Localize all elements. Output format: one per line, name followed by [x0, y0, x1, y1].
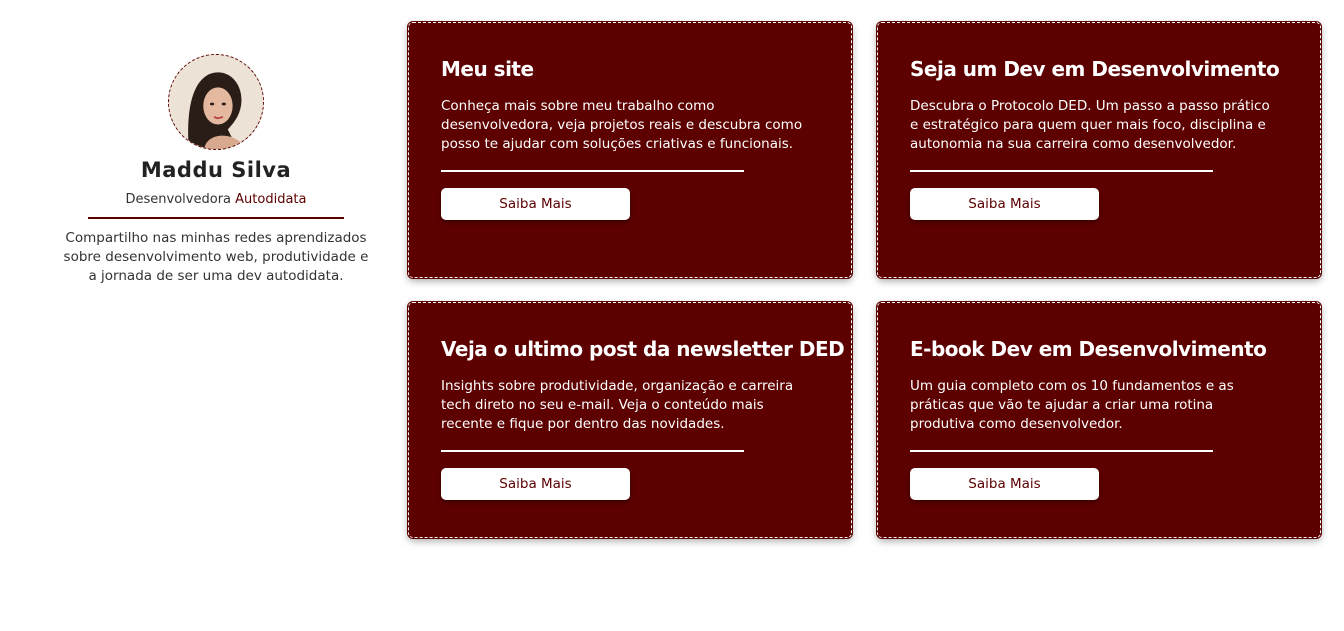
- saiba-mais-button-newsletter[interactable]: Saiba Mais: [441, 467, 630, 500]
- page: Maddu Silva Desenvolvedora Autodidata Co…: [0, 0, 1344, 631]
- card-dev-em-desenvolvimento: Seja um Dev em Desenvolvimento Descubra …: [876, 21, 1322, 279]
- profile-role-accent: Autodidata: [235, 192, 307, 207]
- card-newsletter: Veja o ultimo post da newsletter DED Ins…: [407, 301, 853, 539]
- card-divider: [441, 450, 744, 452]
- profile-name: Maddu Silva: [140, 158, 292, 182]
- card-divider: [910, 170, 1213, 172]
- saiba-mais-button-meu-site[interactable]: Saiba Mais: [441, 187, 630, 220]
- profile-divider: [88, 217, 344, 219]
- card-title: E-book Dev em Desenvolvimento: [910, 337, 1267, 361]
- profile-role: Desenvolvedora Autodidata: [56, 192, 376, 207]
- saiba-mais-button-protocolo-ded[interactable]: Saiba Mais: [910, 187, 1099, 220]
- saiba-mais-button-ebook[interactable]: Saiba Mais: [910, 467, 1099, 500]
- profile-role-prefix: Desenvolvedora: [125, 192, 236, 207]
- profile-bio: Compartilho nas minhas redes aprendizado…: [63, 230, 369, 284]
- card-ebook: E-book Dev em Desenvolvimento Um guia co…: [876, 301, 1322, 539]
- avatar: [168, 54, 264, 150]
- avatar-portrait-image: [169, 55, 263, 149]
- card-text: Um guia completo com os 10 fundamentos e…: [910, 378, 1234, 432]
- card-divider: [441, 170, 744, 172]
- card-meu-site: Meu site Conheça mais sobre meu trabalho…: [407, 21, 853, 279]
- card-text: Insights sobre produtividade, organizaçã…: [441, 378, 794, 432]
- card-text: Conheça mais sobre meu trabalho como des…: [441, 98, 803, 152]
- card-divider: [910, 450, 1213, 452]
- card-text: Descubra o Protocolo DED. Um passo a pas…: [910, 98, 1270, 152]
- profile-section: Maddu Silva Desenvolvedora Autodidata Co…: [56, 54, 376, 286]
- card-title: Meu site: [441, 57, 534, 81]
- card-title: Seja um Dev em Desenvolvimento: [910, 57, 1280, 81]
- card-title: Veja o ultimo post da newsletter DED: [441, 337, 845, 361]
